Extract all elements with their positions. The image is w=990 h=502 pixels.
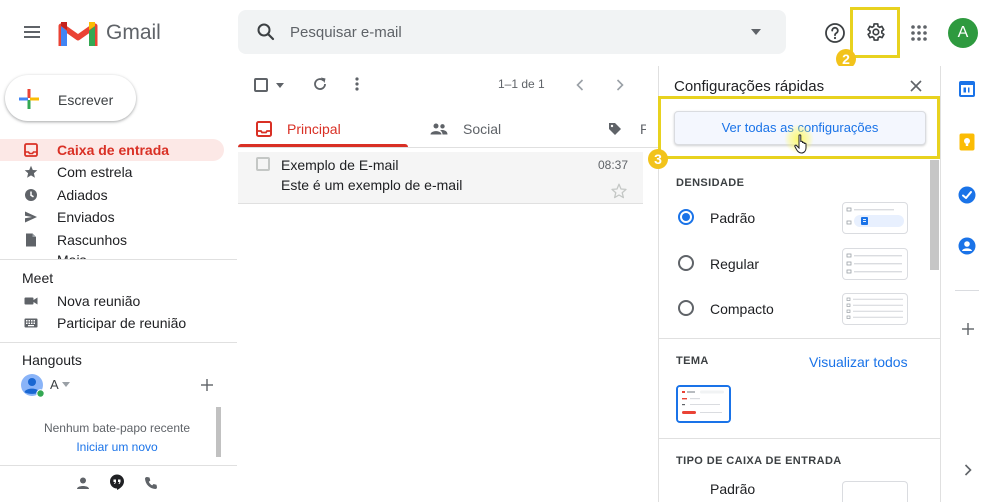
divider bbox=[955, 290, 979, 291]
add-icon[interactable] bbox=[961, 322, 975, 336]
sidebar-item-label: Rascunhos bbox=[57, 232, 128, 248]
tab-social-label[interactable]: Social bbox=[463, 121, 501, 137]
density-label-default[interactable]: Padrão bbox=[710, 210, 755, 226]
keyboard-icon bbox=[24, 316, 38, 330]
inbox-type-title: TIPO DE CAIXA DE ENTRADA bbox=[676, 455, 842, 467]
sidebar-item-label: Com estrela bbox=[57, 164, 133, 180]
add-icon[interactable] bbox=[200, 378, 214, 392]
draft-icon bbox=[24, 233, 38, 247]
theme-preview-default[interactable] bbox=[676, 385, 731, 423]
people-icon[interactable] bbox=[430, 123, 448, 135]
inbox-icon bbox=[24, 143, 38, 157]
phone-icon[interactable] bbox=[144, 476, 158, 490]
chevron-down-icon[interactable] bbox=[276, 83, 284, 88]
mail-checkbox[interactable] bbox=[256, 157, 270, 171]
divider bbox=[658, 338, 940, 339]
scrollbar[interactable] bbox=[930, 160, 939, 270]
more-vert-icon[interactable] bbox=[354, 76, 360, 92]
mail-sender: Exemplo de E-mail bbox=[281, 157, 399, 173]
search-options-caret-icon[interactable] bbox=[750, 27, 762, 37]
sidebar-item-more[interactable]: Mais bbox=[57, 252, 117, 259]
density-preview-default[interactable] bbox=[842, 202, 908, 234]
tag-icon[interactable] bbox=[608, 122, 622, 136]
close-icon[interactable] bbox=[910, 80, 922, 92]
gmail-logo-icon[interactable] bbox=[58, 18, 98, 48]
refresh-icon[interactable] bbox=[312, 76, 328, 92]
density-preview-compact[interactable] bbox=[842, 293, 908, 325]
plus-icon bbox=[18, 88, 40, 110]
help-icon[interactable] bbox=[824, 22, 846, 44]
divider bbox=[0, 342, 237, 343]
sidebar-item-label: Caixa de entrada bbox=[57, 142, 170, 158]
person-icon[interactable] bbox=[76, 476, 90, 490]
sidebar-item-starred[interactable]: Com estrela bbox=[0, 161, 224, 183]
hand-cursor-icon bbox=[794, 134, 810, 154]
inbox-icon bbox=[256, 121, 272, 137]
meet-join-meeting[interactable]: Participar de reunião bbox=[0, 312, 224, 334]
sidebar-item-drafts[interactable]: Rascunhos bbox=[0, 229, 224, 251]
hangouts-user-name[interactable]: A bbox=[50, 377, 59, 392]
divider bbox=[940, 66, 941, 502]
chevron-right-icon[interactable] bbox=[616, 79, 624, 91]
meet-join-label: Participar de reunião bbox=[57, 315, 187, 331]
meet-section-title: Meet bbox=[22, 270, 54, 286]
account-avatar[interactable]: A bbox=[948, 18, 978, 48]
star-icon bbox=[24, 165, 38, 179]
send-icon bbox=[24, 210, 38, 224]
video-camera-icon bbox=[24, 294, 38, 308]
inbox-type-preview-default[interactable] bbox=[842, 481, 908, 502]
quick-settings-title: Configurações rápidas bbox=[674, 78, 825, 95]
divider bbox=[0, 465, 237, 466]
density-title: DENSIDADE bbox=[676, 177, 745, 189]
chevron-down-icon[interactable] bbox=[62, 382, 70, 387]
search-icon[interactable] bbox=[256, 22, 276, 42]
sidebar-item-snoozed[interactable]: Adiados bbox=[0, 184, 224, 206]
tab-promotions-label[interactable]: Promoções bbox=[640, 121, 646, 139]
select-all-checkbox[interactable] bbox=[254, 78, 268, 92]
density-label-compact[interactable]: Compacto bbox=[710, 301, 774, 317]
theme-view-all-link[interactable]: Visualizar todos bbox=[809, 354, 908, 370]
sidebar-item-label: Enviados bbox=[57, 209, 115, 225]
tab-primary-label: Principal bbox=[287, 121, 341, 137]
hangouts-chat-icon[interactable] bbox=[109, 474, 125, 490]
main-menu-icon[interactable] bbox=[22, 22, 42, 42]
gear-icon[interactable] bbox=[864, 21, 886, 43]
star-icon[interactable] bbox=[611, 183, 627, 199]
density-label-regular[interactable]: Regular bbox=[710, 256, 759, 272]
density-radio-compact[interactable] bbox=[678, 300, 694, 316]
density-radio-default[interactable] bbox=[678, 209, 694, 225]
sidebar-item-label: Adiados bbox=[57, 187, 108, 203]
apps-grid-icon[interactable] bbox=[910, 24, 928, 42]
app-name: Gmail bbox=[106, 21, 161, 44]
clock-icon bbox=[24, 188, 38, 202]
mail-time: 08:37 bbox=[598, 158, 629, 172]
divider bbox=[0, 259, 237, 260]
hangouts-start-link[interactable]: Iniciar um novo bbox=[20, 440, 214, 454]
meet-new-meeting[interactable]: Nova reunião bbox=[0, 290, 224, 312]
density-preview-regular[interactable] bbox=[842, 248, 908, 280]
scrollbar[interactable] bbox=[216, 407, 221, 457]
search-input[interactable] bbox=[290, 21, 730, 43]
tasks-icon[interactable] bbox=[958, 186, 976, 204]
hangouts-empty-text: Nenhum bate-papo recente bbox=[43, 421, 191, 435]
meet-new-label: Nova reunião bbox=[57, 293, 141, 309]
inbox-type-label-default[interactable]: Padrão bbox=[710, 481, 755, 497]
chevron-left-icon[interactable] bbox=[576, 79, 584, 91]
step-badge: 3 bbox=[648, 149, 668, 169]
contacts-icon[interactable] bbox=[958, 237, 976, 255]
theme-title: TEMA bbox=[676, 355, 709, 367]
pager-text: 1–1 de 1 bbox=[498, 77, 545, 91]
mail-snippet: Este é um exemplo de e-mail bbox=[281, 177, 463, 193]
compose-label: Escrever bbox=[58, 92, 114, 108]
divider bbox=[238, 147, 658, 148]
sidebar-item-inbox[interactable]: Caixa de entrada bbox=[0, 139, 224, 161]
sidebar-item-sent[interactable]: Enviados bbox=[0, 206, 224, 228]
density-radio-regular[interactable] bbox=[678, 255, 694, 271]
calendar-icon[interactable] bbox=[958, 80, 976, 98]
divider bbox=[658, 438, 940, 439]
hangouts-avatar[interactable] bbox=[20, 373, 46, 399]
chevron-right-icon[interactable] bbox=[964, 464, 972, 476]
keep-icon[interactable] bbox=[958, 133, 976, 151]
hangouts-section-title: Hangouts bbox=[22, 352, 82, 368]
